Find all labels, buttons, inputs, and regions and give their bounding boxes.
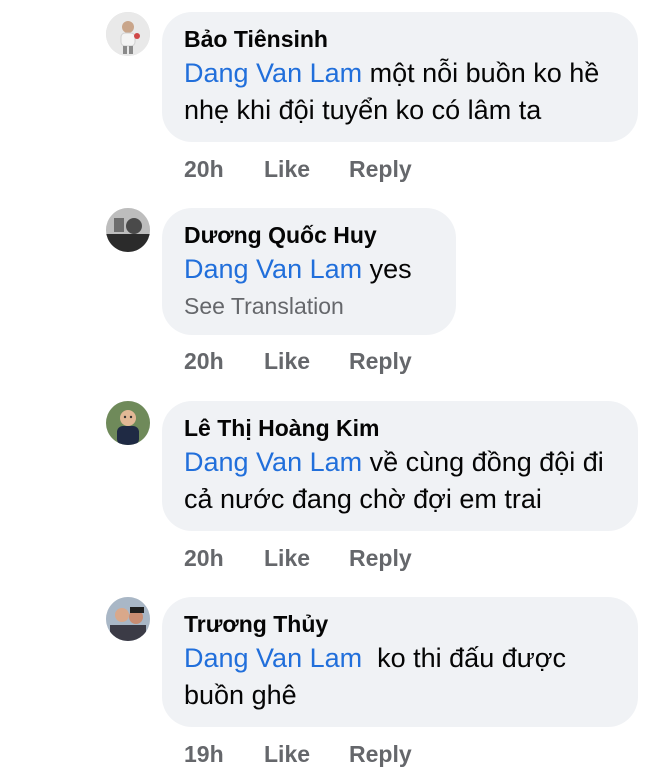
comment-text: Dang Van Lam một nỗi buồn ko hề nhẹ khi …	[184, 55, 616, 129]
avatar[interactable]	[106, 597, 150, 641]
avatar[interactable]	[106, 208, 150, 252]
comment-bubble: Bảo Tiênsinh Dang Van Lam một nỗi buồn k…	[162, 12, 638, 142]
see-translation-link[interactable]: See Translation	[184, 290, 434, 322]
like-button[interactable]: Like	[264, 156, 349, 183]
comment-bubble: Dương Quốc Huy Dang Van Lam yes See Tran…	[162, 208, 456, 335]
comment-body: yes	[362, 254, 412, 284]
avatar[interactable]	[106, 401, 150, 445]
like-button[interactable]: Like	[264, 741, 349, 768]
reply-button[interactable]: Reply	[349, 545, 412, 572]
like-button[interactable]: Like	[264, 545, 349, 572]
reply-button[interactable]: Reply	[349, 741, 412, 768]
avatar-photo-icon	[106, 401, 150, 445]
mention-link[interactable]: Dang Van Lam	[184, 447, 362, 477]
mention-link[interactable]: Dang Van Lam	[184, 254, 362, 284]
comment-bubble: Lê Thị Hoàng Kim Dang Van Lam về cùng đồ…	[162, 401, 638, 531]
reply-button[interactable]: Reply	[349, 348, 412, 375]
reply-button[interactable]: Reply	[349, 156, 412, 183]
comment-text: Dang Van Lam ko thi đấu được buồn ghê	[184, 640, 616, 714]
comment-author[interactable]: Bảo Tiênsinh	[184, 23, 616, 55]
avatar-photo-icon	[106, 12, 150, 56]
comment-actions: 19h Like Reply	[184, 741, 412, 768]
comment-bubble: Trương Thủy Dang Van Lam ko thi đấu được…	[162, 597, 638, 727]
mention-link[interactable]: Dang Van Lam	[184, 58, 362, 88]
comment-timestamp[interactable]: 20h	[184, 156, 264, 183]
comment-actions: 20h Like Reply	[184, 545, 412, 572]
mention-link[interactable]: Dang Van Lam	[184, 643, 362, 673]
comment-text: Dang Van Lam yes	[184, 251, 434, 288]
comment-actions: 20h Like Reply	[184, 348, 412, 375]
like-button[interactable]: Like	[264, 348, 349, 375]
comment-timestamp[interactable]: 20h	[184, 545, 264, 572]
comment-timestamp[interactable]: 19h	[184, 741, 264, 768]
comment-author[interactable]: Trương Thủy	[184, 608, 616, 640]
avatar[interactable]	[106, 12, 150, 56]
comment-timestamp[interactable]: 20h	[184, 348, 264, 375]
avatar-photo-icon	[106, 208, 150, 252]
comment-author[interactable]: Dương Quốc Huy	[184, 219, 434, 251]
avatar-photo-icon	[106, 597, 150, 641]
comment-author[interactable]: Lê Thị Hoàng Kim	[184, 412, 616, 444]
comment-text: Dang Van Lam về cùng đồng đội đi cả nước…	[184, 444, 616, 518]
comment-actions: 20h Like Reply	[184, 156, 412, 183]
